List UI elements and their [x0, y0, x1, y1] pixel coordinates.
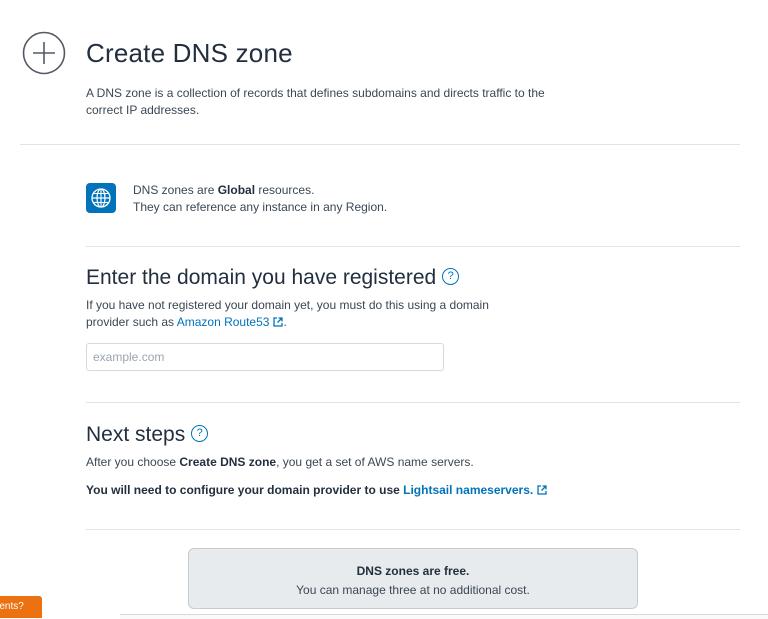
plus-circle-icon [22, 31, 66, 75]
external-link-icon[interactable] [273, 317, 284, 327]
create-dns-zone-label: Create DNS zone [179, 455, 277, 469]
page-description: A DNS zone is a collection of records th… [86, 86, 545, 117]
globe-icon [91, 188, 111, 208]
pricing-notice: DNS zones are free. You can manage three… [188, 548, 638, 609]
divider [86, 402, 740, 403]
pricing-title: DNS zones are free. [356, 564, 470, 578]
amazon-route53-link[interactable]: Amazon Route53 [177, 315, 270, 329]
domain-section-text: If you have not registered your domain y… [86, 298, 489, 329]
globe-badge [86, 183, 116, 213]
nameserver-instruction: You will need to configure your domain p… [86, 483, 547, 497]
lightsail-nameservers-link[interactable]: Lightsail nameservers. [403, 483, 533, 497]
next-steps-title: Next steps? [86, 423, 209, 447]
global-label: Global [217, 183, 256, 197]
help-icon[interactable]: ? [191, 424, 209, 442]
help-icon[interactable]: ? [442, 267, 460, 285]
divider [86, 246, 740, 247]
domain-input[interactable] [86, 343, 444, 371]
next-steps-text: After you choose Create DNS zone, you ge… [86, 455, 474, 469]
page-title: Create DNS zone [86, 38, 293, 68]
pricing-subtitle: You can manage three at no additional co… [296, 583, 530, 597]
external-link-icon[interactable] [537, 485, 547, 495]
info-text: DNS zones are Global resources. They can… [133, 182, 387, 216]
feedback-tab[interactable]: ments? [0, 596, 42, 618]
divider [20, 144, 740, 145]
info-line-2: They can reference any instance in any R… [133, 200, 388, 214]
divider [86, 529, 740, 530]
info-line-1: DNS zones are Global resources. [133, 183, 315, 197]
domain-section-title: Enter the domain you have registered? [86, 266, 460, 290]
bottom-action-bar [120, 614, 768, 619]
